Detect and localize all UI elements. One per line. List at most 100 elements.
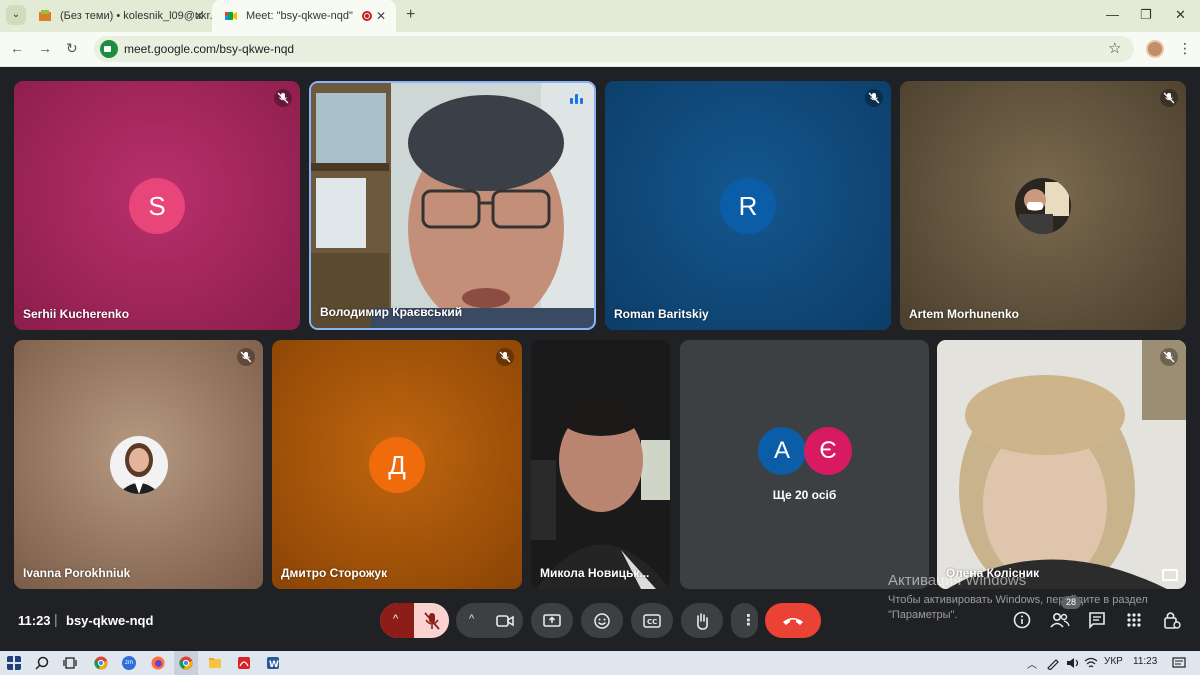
avatar: Д <box>369 437 425 493</box>
chat-icon[interactable] <box>1088 611 1106 629</box>
word-icon[interactable]: W <box>266 656 280 670</box>
maximize-icon[interactable]: ❐ <box>1140 7 1152 23</box>
people-count-badge: 28 <box>1061 596 1081 609</box>
volume-icon[interactable] <box>1066 656 1080 670</box>
muted-mic-icon <box>865 89 883 107</box>
url-text: meet.google.com/bsy-qkwe-nqd <box>124 42 295 56</box>
firefox-icon[interactable] <box>151 656 165 670</box>
participant-tile[interactable]: Artem Morhunenko <box>900 81 1186 330</box>
windows-start-icon[interactable] <box>7 656 21 670</box>
taskbar-clock[interactable]: 11:23 <box>1133 656 1157 667</box>
end-call-icon <box>783 618 803 625</box>
new-tab-icon[interactable]: + <box>406 6 415 24</box>
present-icon <box>543 614 561 627</box>
bookmark-star-icon[interactable]: ☆ <box>1108 39 1121 57</box>
hand-icon <box>697 613 708 630</box>
participant-video <box>531 340 670 589</box>
pdf-reader-icon[interactable] <box>237 656 251 670</box>
others-count-label: Ще 20 осіб <box>772 488 837 502</box>
pip-icon[interactable] <box>1162 569 1178 581</box>
address-bar[interactable]: meet.google.com/bsy-qkwe-nqd ☆ <box>94 36 1134 62</box>
tab-meet[interactable]: Meet: "bsy-qkwe-nqd" ✕ <box>212 0 396 32</box>
participant-tile-video[interactable]: Володимир Краєвський <box>309 81 596 330</box>
participant-name: Микола Новицьк... <box>540 566 650 580</box>
present-screen-button[interactable] <box>531 603 573 638</box>
forward-icon[interactable]: → <box>38 40 52 56</box>
muted-mic-icon <box>1160 89 1178 107</box>
audio-options-button[interactable]: ^ <box>380 603 414 638</box>
participant-tile[interactable]: S Serhii Kucherenko <box>14 81 300 330</box>
meeting-code: bsy-qkwe-nqd <box>66 613 154 628</box>
people-icon[interactable] <box>1050 611 1070 629</box>
activities-icon[interactable] <box>1126 612 1142 628</box>
chrome-active-icon[interactable] <box>179 656 193 670</box>
tab-email[interactable]: (Без теми) • kolesnik_l09@ukr.n ✕ <box>32 0 214 32</box>
reload-icon[interactable]: ↻ <box>66 40 78 57</box>
muted-mic-icon <box>274 89 292 107</box>
tab-search-icon[interactable]: ⌄ <box>6 5 26 25</box>
network-icon[interactable] <box>1084 656 1098 670</box>
site-info-icon[interactable] <box>100 40 118 58</box>
participant-name: Artem Morhunenko <box>909 307 1020 321</box>
participant-name: Roman Baritskiy <box>614 307 709 321</box>
host-controls-icon[interactable] <box>1163 610 1181 630</box>
search-icon[interactable] <box>35 656 49 670</box>
reactions-button[interactable] <box>581 603 623 638</box>
profile-avatar[interactable] <box>1146 40 1164 58</box>
participant-video <box>937 340 1186 589</box>
participant-tile-video[interactable]: Олена Колісник <box>937 340 1186 589</box>
svg-text:CC: CC <box>647 618 657 626</box>
participant-tile-video[interactable]: Микола Новицьк... <box>531 340 670 589</box>
video-options-icon[interactable]: ^ <box>469 613 474 625</box>
language-indicator[interactable]: УКР <box>1104 656 1123 667</box>
microphone-button[interactable]: ^ <box>380 603 449 638</box>
camera-icon <box>496 615 514 627</box>
mic-off-button[interactable] <box>414 603 449 638</box>
speaking-indicator-icon <box>568 91 586 109</box>
watermark-text: Чтобы активировать Windows, перейдите в … <box>888 594 1148 606</box>
camera-button[interactable]: ^ <box>456 603 523 638</box>
close-window-icon[interactable]: ✕ <box>1175 7 1186 23</box>
participant-name: Володимир Краєвський <box>320 305 463 319</box>
captions-icon: CC <box>643 614 661 628</box>
participant-tile[interactable]: Ivanna Porokhniuk <box>14 340 263 589</box>
zoom-icon[interactable]: zm <box>122 656 136 670</box>
participant-tile[interactable]: R Roman Baritskiy <box>605 81 891 330</box>
close-tab-icon[interactable]: ✕ <box>194 9 204 23</box>
tab-strip: ⌄ (Без теми) • kolesnik_l09@ukr.n ✕ Meet… <box>0 0 1200 32</box>
windows-taskbar: zm W ︿ УКР 11:23 <box>0 651 1200 675</box>
watermark-title: Активация Windows <box>888 572 1027 589</box>
mic-off-icon <box>424 612 440 630</box>
avatar: S <box>129 178 185 234</box>
tab-title: Meet: "bsy-qkwe-nqd" <box>246 10 353 22</box>
pen-icon[interactable] <box>1046 656 1060 670</box>
task-view-icon[interactable] <box>63 656 77 670</box>
file-explorer-icon[interactable] <box>208 656 222 670</box>
photo-avatar <box>110 436 168 494</box>
participant-video <box>311 83 594 328</box>
browser-toolbar: ← → ↻ meet.google.com/bsy-qkwe-nqd ☆ <box>0 32 1200 67</box>
close-tab-icon[interactable]: ✕ <box>376 9 386 23</box>
tray-overflow-icon[interactable]: ︿ <box>1027 656 1037 671</box>
meeting-details-icon[interactable] <box>1013 611 1031 629</box>
participant-name: Serhii Kucherenko <box>23 307 130 321</box>
back-icon[interactable]: ← <box>10 40 24 56</box>
svg-text:W: W <box>269 660 279 670</box>
avatar: R <box>720 178 776 234</box>
avatar: A <box>758 427 806 475</box>
browser-menu-icon[interactable]: ⋮ <box>1178 40 1192 57</box>
leave-call-button[interactable] <box>765 603 821 638</box>
more-options-button[interactable]: ⋮ <box>731 603 758 638</box>
muted-mic-icon <box>496 348 514 366</box>
minimize-icon[interactable]: — <box>1106 7 1119 22</box>
mail-favicon-icon <box>39 10 51 21</box>
meeting-time: 11:23 <box>18 613 51 628</box>
photo-avatar <box>1015 178 1071 234</box>
others-tile[interactable]: A Є Ще 20 осіб <box>680 340 929 589</box>
raise-hand-button[interactable] <box>681 603 723 638</box>
captions-button[interactable]: CC <box>631 603 673 638</box>
muted-mic-icon <box>237 348 255 366</box>
participant-tile[interactable]: Д Дмитро Сторожук <box>272 340 522 589</box>
chrome-icon[interactable] <box>94 656 108 670</box>
notifications-icon[interactable] <box>1172 656 1186 670</box>
